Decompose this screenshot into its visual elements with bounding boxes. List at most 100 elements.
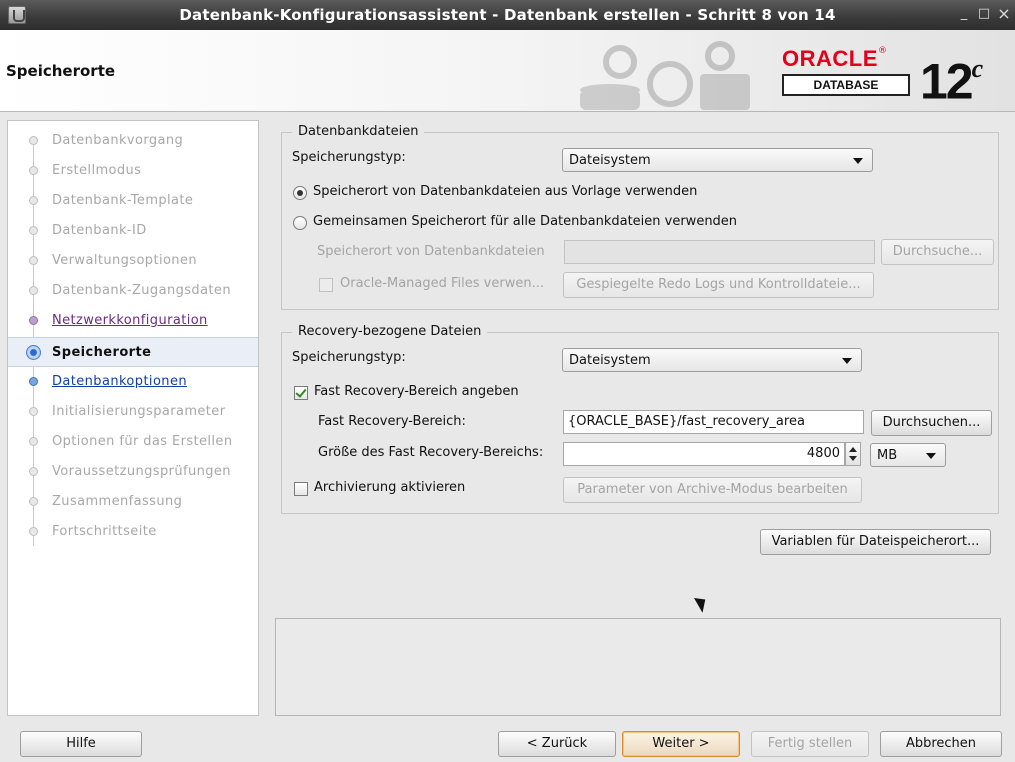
- step-dot-icon: [29, 166, 38, 175]
- fra-size-unit-value: MB: [877, 448, 898, 463]
- db-location-input[interactable]: [564, 240, 875, 264]
- recovery-storage-type-select[interactable]: Dateisystem: [562, 348, 862, 372]
- oracle-logo-word: ORACLE: [782, 46, 878, 71]
- maximize-button[interactable]: □: [975, 5, 993, 23]
- chevron-down-icon: [842, 358, 852, 364]
- radio-common-location[interactable]: [293, 216, 307, 230]
- fra-size-spinner[interactable]: [845, 442, 861, 466]
- db-location-browse-button[interactable]: Durchsuche...: [881, 239, 994, 265]
- step-label: Datenbankvorgang: [52, 133, 184, 148]
- step-label: Speicherorte: [52, 345, 152, 360]
- help-button[interactable]: Hilfe: [20, 731, 142, 757]
- nav-step-speicherorte: Speicherorte: [8, 337, 258, 367]
- next-button[interactable]: Weiter >: [622, 731, 740, 757]
- step-dot-icon: [29, 256, 38, 265]
- step-dot-icon: [29, 316, 38, 325]
- fra-size-value: 4800: [806, 446, 840, 461]
- version-suffix: c: [971, 54, 984, 83]
- db-storage-type-label: Speicherungstyp:: [292, 150, 406, 165]
- step-dot-icon: [29, 377, 38, 386]
- chevron-down-icon: [853, 158, 863, 164]
- nav-step-datenbank-id: Datenbank-ID: [8, 216, 258, 246]
- fra-label: Fast Recovery-Bereich:: [318, 414, 466, 429]
- nav-step-voraussetzungspruefungen: Voraussetzungsprüfungen: [8, 457, 258, 487]
- step-label: Fortschrittseite: [52, 524, 157, 539]
- gears-graphic: [580, 41, 750, 110]
- omf-checkbox[interactable]: [319, 278, 333, 292]
- registered-mark: ®: [878, 46, 887, 56]
- cancel-button[interactable]: Abbrechen: [880, 731, 1002, 757]
- nav-step-datenbankoptionen[interactable]: Datenbankoptionen: [8, 367, 258, 397]
- recovery-storage-type-label: Speicherungstyp:: [292, 350, 406, 365]
- db-storage-type-value: Dateisystem: [569, 153, 651, 168]
- version-number: 12: [920, 53, 974, 110]
- db-storage-type-select[interactable]: Dateisystem: [562, 148, 873, 172]
- db-files-legend: Datenbankdateien: [292, 124, 425, 139]
- step-label: Datenbank-Template: [52, 193, 194, 208]
- nav-step-datenbank-template: Datenbank-Template: [8, 186, 258, 216]
- recovery-legend: Recovery-bezogene Dateien: [292, 324, 488, 339]
- nav-step-fortschrittseite: Fortschrittseite: [8, 517, 258, 547]
- radio-template-location[interactable]: [293, 186, 307, 200]
- nav-step-initialisierungsparameter: Initialisierungsparameter: [8, 397, 258, 427]
- step-label: Datenbank-ID: [52, 223, 147, 238]
- recovery-storage-type-value: Dateisystem: [569, 353, 651, 368]
- db-location-label: Speicherort von Datenbankdateien: [317, 244, 545, 259]
- step-dot-icon: [29, 226, 38, 235]
- step-label: Initialisierungsparameter: [52, 404, 226, 419]
- chevron-down-icon: [926, 453, 936, 459]
- fra-browse-button[interactable]: Durchsuchen...: [871, 410, 992, 436]
- close-button[interactable]: ×: [995, 5, 1013, 23]
- step-label: Erstellmodus: [52, 163, 142, 178]
- step-dot-icon: [29, 136, 38, 145]
- step-dot-icon: [29, 407, 38, 416]
- nav-step-netzwerkkonfiguration[interactable]: Netzwerkkonfiguration: [8, 306, 258, 336]
- wizard-steps-nav: Datenbankvorgang Erstellmodus Datenbank-…: [7, 120, 259, 716]
- archive-params-button[interactable]: Parameter von Archive-Modus bearbeiten: [563, 477, 862, 503]
- minimize-button[interactable]: _: [955, 5, 973, 23]
- fra-size-unit-select[interactable]: MB: [870, 443, 946, 467]
- wizard-header: Speicherorte ORACLE ® DATABASE 12c: [0, 30, 1015, 112]
- variables-button[interactable]: Variablen für Dateispeicherort...: [760, 529, 991, 555]
- archive-checkbox-label[interactable]: Archivierung aktivieren: [314, 480, 465, 495]
- fra-checkbox[interactable]: [294, 386, 308, 400]
- fra-size-input[interactable]: 4800: [563, 442, 845, 466]
- step-dot-icon: [29, 467, 38, 476]
- fra-size-label: Größe des Fast Recovery-Bereichs:: [318, 445, 544, 460]
- step-dot-icon: [29, 286, 38, 295]
- window-title: Datenbank-Konfigurationsassistent - Date…: [179, 6, 836, 24]
- page-title: Speicherorte: [6, 62, 116, 80]
- mouse-pointer-icon: [694, 593, 711, 613]
- nav-step-optionen-erstellen: Optionen für das Erstellen: [8, 427, 258, 457]
- oracle-logo: ORACLE ® DATABASE: [778, 46, 918, 100]
- oracle-logo-sub: DATABASE: [782, 74, 910, 96]
- fra-input[interactable]: {ORACLE_BASE}/fast_recovery_area: [563, 410, 864, 434]
- step-label: Zusammenfassung: [52, 494, 183, 509]
- step-dot-icon: [29, 497, 38, 506]
- finish-button[interactable]: Fertig stellen: [751, 731, 869, 757]
- step-label: Datenbank-Zugangsdaten: [52, 283, 231, 298]
- radio-common-location-label[interactable]: Gemeinsamen Speicherort für alle Datenba…: [313, 214, 737, 229]
- radio-template-location-label[interactable]: Speicherort von Datenbankdateien aus Vor…: [313, 184, 697, 199]
- step-current-icon: [26, 345, 41, 360]
- nav-step-datenbank-zugangsdaten: Datenbank-Zugangsdaten: [8, 276, 258, 306]
- step-dot-icon: [29, 437, 38, 446]
- archive-checkbox[interactable]: [294, 482, 308, 496]
- nav-step-erstellmodus: Erstellmodus: [8, 156, 258, 186]
- nav-step-datenbankvorgang: Datenbankvorgang: [8, 126, 258, 156]
- mirrored-redo-button[interactable]: Gespiegelte Redo Logs und Kontrolldateie…: [563, 272, 874, 298]
- step-label: Verwaltungsoptionen: [52, 253, 197, 268]
- nav-step-verwaltungsoptionen: Verwaltungsoptionen: [8, 246, 258, 276]
- version-badge: 12c: [920, 48, 983, 107]
- step-label: Voraussetzungsprüfungen: [52, 464, 231, 479]
- fra-value: {ORACLE_BASE}/fast_recovery_area: [568, 414, 805, 429]
- step-label: Optionen für das Erstellen: [52, 434, 233, 449]
- nav-step-zusammenfassung: Zusammenfassung: [8, 487, 258, 517]
- step-label[interactable]: Netzwerkkonfiguration: [52, 313, 208, 328]
- step-label[interactable]: Datenbankoptionen: [52, 374, 187, 389]
- omf-checkbox-label[interactable]: Oracle-Managed Files verwen...: [340, 276, 544, 291]
- title-bar: Datenbank-Konfigurationsassistent - Date…: [0, 0, 1015, 30]
- message-area: [275, 618, 1001, 716]
- back-button[interactable]: < Zurück: [498, 731, 616, 757]
- fra-checkbox-label[interactable]: Fast Recovery-Bereich angeben: [314, 384, 519, 399]
